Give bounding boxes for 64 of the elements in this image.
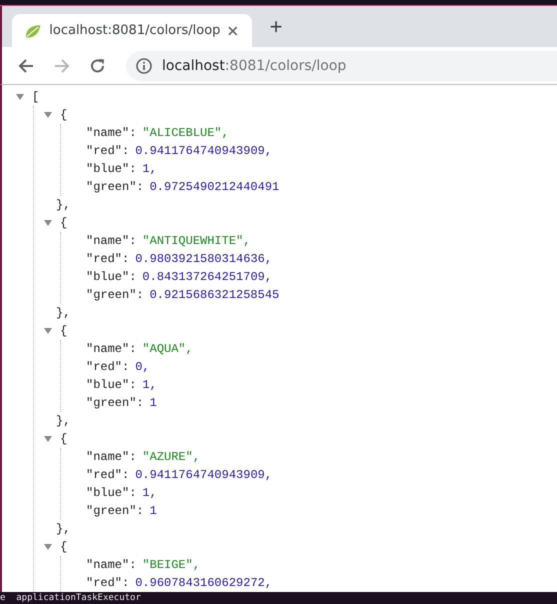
string-value: "AQUA", [142, 342, 193, 356]
json-key: "name": [86, 234, 136, 248]
collapse-triangle-icon[interactable] [44, 543, 52, 551]
string-value: "AZURE", [142, 450, 200, 464]
string-value: "ALICEBLUE", [142, 126, 229, 140]
brace: }, [56, 306, 70, 320]
json-key: "blue": [86, 162, 136, 176]
reload-icon[interactable] [90, 58, 106, 74]
json-key: "red": [86, 252, 130, 266]
json-key: "name": [86, 450, 136, 464]
json-key: "blue": [86, 378, 136, 392]
brace: { [60, 540, 68, 554]
collapse-triangle-icon[interactable] [16, 93, 24, 101]
brace: { [60, 324, 68, 338]
collapse-triangle-icon[interactable] [44, 435, 52, 443]
brace: { [60, 108, 68, 122]
url-text: localhost:8081/colors/loop [162, 58, 346, 74]
json-key: "red": [86, 360, 130, 374]
json-key: "name": [86, 342, 136, 356]
number-value: 0.9803921580314636, [135, 252, 272, 266]
json-key: "name": [86, 126, 136, 140]
terminal-text: e applicationTaskExecutor [0, 592, 141, 604]
number-value: 0.9607843160629272, [135, 576, 272, 590]
close-icon[interactable] [228, 26, 238, 36]
json-key: "blue": [86, 486, 136, 500]
json-key: "red": [86, 576, 130, 590]
number-value: 1 [150, 396, 157, 410]
number-value: 0.9411764740943909, [135, 468, 272, 482]
address-bar[interactable]: localhost:8081/colors/loop [126, 50, 557, 80]
json-key: "green": [86, 504, 144, 518]
json-key: "green": [86, 288, 144, 302]
brace: }, [56, 198, 70, 212]
back-arrow-icon[interactable] [18, 58, 34, 74]
tab-title: localhost:8081/colors/loop [49, 23, 220, 38]
collapse-triangle-icon[interactable] [44, 219, 52, 227]
string-value: "ANTIQUEWHITE", [142, 234, 250, 248]
string-value: "BEIGE", [142, 558, 200, 572]
json-key: "red": [86, 468, 130, 482]
collapse-triangle-icon[interactable] [44, 111, 52, 119]
json-key: "green": [86, 396, 144, 410]
leaf-icon [24, 22, 42, 38]
json-key: "green": [86, 180, 144, 194]
number-value: 1, [142, 486, 157, 500]
brace: }, [56, 414, 70, 428]
brace: }, [56, 522, 70, 536]
json-key: "name": [86, 558, 136, 572]
forward-arrow-icon[interactable] [54, 58, 70, 74]
browser-tab[interactable]: localhost:8081/colors/loop [12, 14, 252, 47]
brace: { [60, 216, 68, 230]
number-value: 0, [135, 360, 150, 374]
json-key: "blue": [86, 270, 136, 284]
number-value: 0.9215686321258545 [150, 288, 280, 302]
number-value: 0.843137264251709, [142, 270, 272, 284]
number-value: 1, [142, 378, 157, 392]
info-icon [136, 58, 152, 74]
number-value: 0.9725490212440491 [150, 180, 280, 194]
new-tab-button[interactable]: + [262, 13, 290, 41]
brace: { [60, 432, 68, 446]
bracket: [ [32, 90, 40, 104]
collapse-triangle-icon[interactable] [44, 327, 52, 335]
json-key: "red": [86, 144, 130, 158]
number-value: 1, [142, 162, 157, 176]
number-value: 0.9411764740943909, [135, 144, 272, 158]
number-value: 1 [150, 504, 157, 518]
